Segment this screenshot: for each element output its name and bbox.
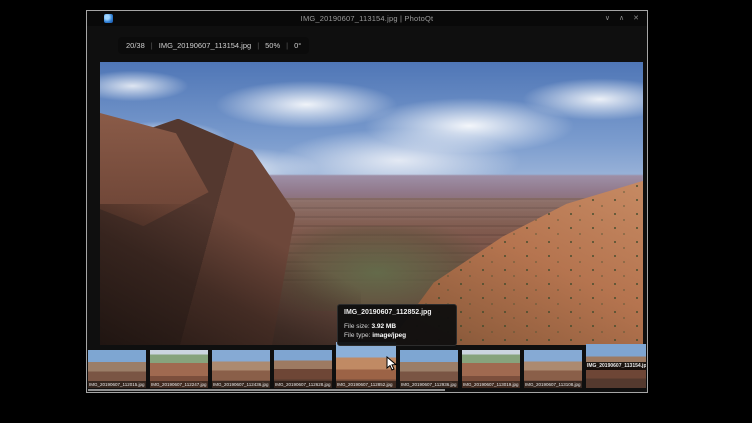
thumbnail-filename: IMG_20190607_113154.jpg (586, 362, 646, 370)
minimize-button[interactable]: ∨ (605, 11, 610, 26)
thumbnail[interactable]: IMG_20190607_112247.jpg (150, 350, 208, 388)
thumbnail-filename: IMG_20190607_112015.jpg (88, 381, 146, 388)
thumbnail[interactable]: IMG_20190607_112628.jpg (274, 350, 332, 388)
thumbnail-filename: IMG_20190607_112852.jpg (336, 381, 396, 388)
window-controls: ∨ ∧ ✕ (605, 11, 639, 26)
thumbnail[interactable]: IMG_20190607_113019.jpg (462, 350, 520, 388)
photoqt-window: IMG_20190607_113154.jpg | PhotoQt ∨ ∧ ✕ … (86, 10, 648, 393)
zoom-level: 50% (265, 41, 280, 50)
current-filename: IMG_20190607_113154.jpg (159, 41, 251, 50)
thumbnail-filename: IMG_20190607_112247.jpg (150, 381, 208, 388)
thumbnail-filename: IMG_20190607_113108.jpg (524, 381, 582, 388)
thumbnail[interactable]: IMG_20190607_112436.jpg (212, 350, 270, 388)
filmstrip-scrollbar[interactable] (88, 389, 445, 391)
maximize-button[interactable]: ∧ (619, 11, 624, 26)
thumbnail-filename: IMG_20190607_112436.jpg (212, 381, 270, 388)
thumbnail[interactable]: IMG_20190607_112015.jpg (88, 350, 146, 388)
thumbnail-filename: IMG_20190607_112628.jpg (274, 381, 332, 388)
image-info-bar[interactable]: 20/38 | IMG_20190607_113154.jpg | 50% | … (118, 37, 309, 54)
image-position-counter: 20/38 (126, 41, 145, 50)
thumbnail-tooltip: IMG_20190607_112852.jpg File size: 3.92 … (337, 304, 457, 346)
separator: | (151, 41, 153, 50)
desktop-background: IMG_20190607_113154.jpg | PhotoQt ∨ ∧ ✕ … (0, 0, 752, 423)
thumbnail[interactable]: IMG_20190607_113108.jpg (524, 350, 582, 388)
tooltip-filename: IMG_20190607_112852.jpg (344, 309, 450, 316)
thumbnail-filename: IMG_20190607_113019.jpg (462, 381, 520, 388)
close-button[interactable]: ✕ (633, 11, 639, 26)
rotation-angle: 0° (294, 41, 301, 50)
thumbnail[interactable]: IMG_20190607_113154.jpg (586, 344, 646, 388)
titlebar[interactable]: IMG_20190607_113154.jpg | PhotoQt ∨ ∧ ✕ (87, 11, 647, 26)
separator: | (257, 41, 259, 50)
thumbnail[interactable]: IMG_20190607_112936.jpg (400, 350, 458, 388)
tooltip-filesize: File size: 3.92 MB (344, 322, 450, 331)
main-image[interactable] (100, 62, 643, 345)
thumbnail[interactable]: IMG_20190607_112852.jpg (336, 342, 396, 388)
separator: | (286, 41, 288, 50)
tooltip-filetype: File type: image/jpeg (344, 331, 450, 340)
window-title: IMG_20190607_113154.jpg | PhotoQt (87, 14, 647, 23)
thumbnail-filename: IMG_20190607_112936.jpg (400, 381, 458, 388)
photo-shadow (100, 204, 361, 346)
